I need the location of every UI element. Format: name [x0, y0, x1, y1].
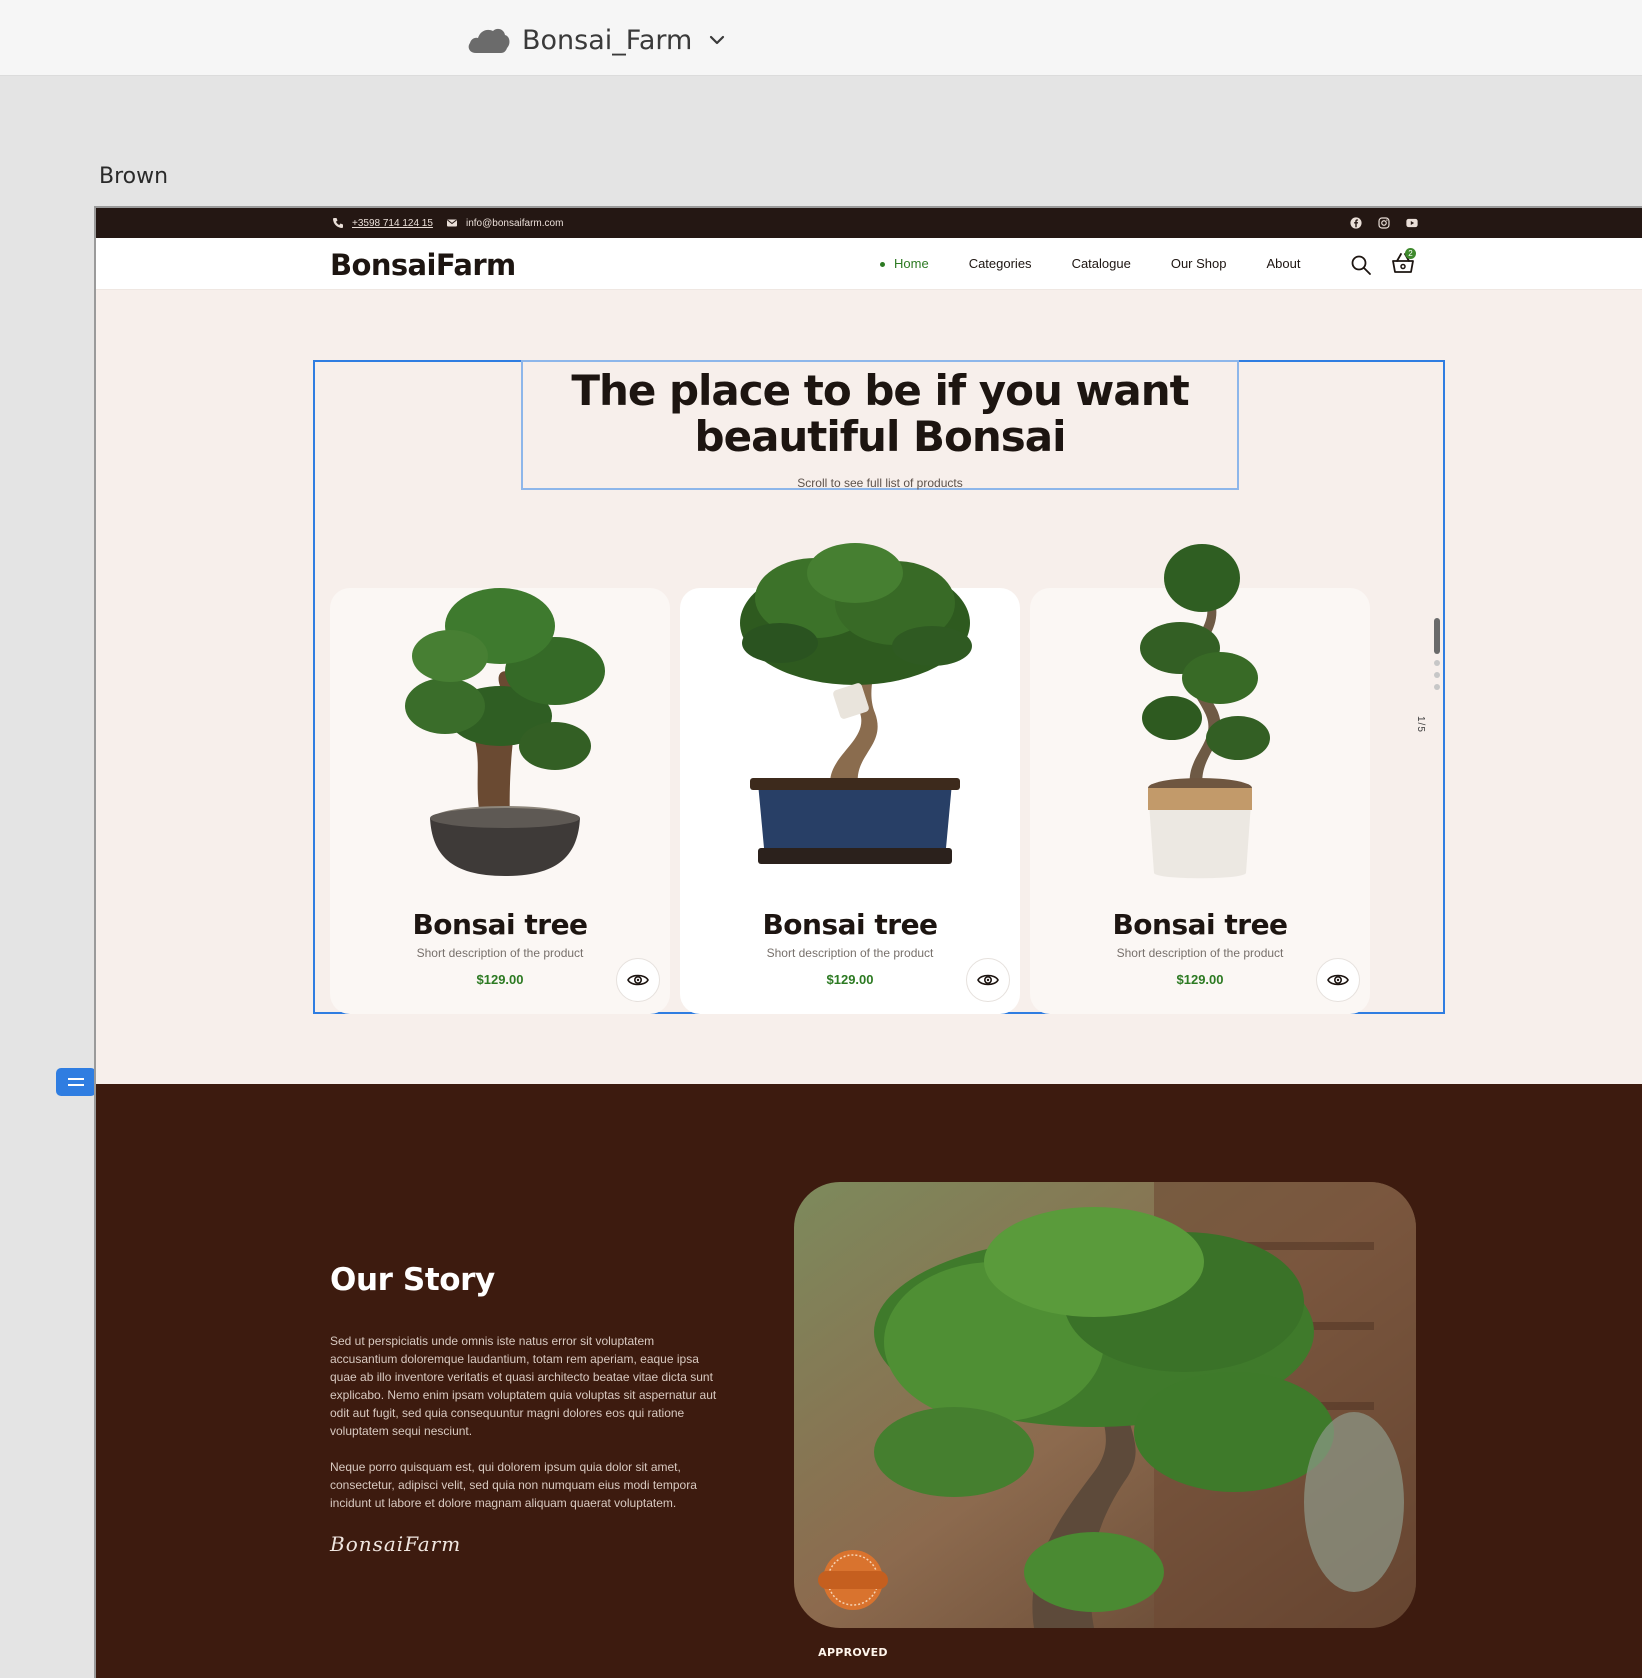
nav-about[interactable]: About — [1267, 256, 1301, 271]
project-name: Bonsai_Farm — [522, 24, 693, 56]
bonsai-ficus-image — [740, 543, 972, 864]
site-logo[interactable]: BonsaiFarm — [330, 248, 516, 282]
quick-view-button[interactable] — [616, 958, 660, 1002]
canvas-frame: +3598 714 124 15 info@bonsaifarm.com Bon… — [94, 206, 1642, 1678]
signature: BonsaiFarm — [330, 1532, 462, 1556]
nav-categories[interactable]: Categories — [969, 256, 1032, 271]
hero-subtitle: Scroll to see full list of products — [797, 476, 963, 490]
section-handle[interactable] — [56, 1068, 96, 1096]
phone-text: +3598 714 124 15 — [352, 217, 433, 229]
story-paragraph: Sed ut perspiciatis unde omnis iste natu… — [330, 1334, 717, 1438]
phone-icon — [333, 218, 343, 228]
product-title: Bonsai tree — [762, 908, 938, 941]
nav-our-shop[interactable]: Our Shop — [1171, 256, 1227, 271]
carousel-pager: 1/5 — [1415, 716, 1426, 733]
main-header: BonsaiFarm Home Categories Catalogue Our… — [96, 238, 1642, 290]
frame-label[interactable]: Brown — [99, 164, 168, 189]
nav-catalogue[interactable]: Catalogue — [1072, 256, 1131, 271]
chevron-down-icon — [710, 35, 725, 45]
approved-badge-text: APPROVED — [818, 1646, 888, 1659]
scroll-dot[interactable] — [1434, 684, 1440, 690]
main-nav: Home Categories Catalogue Our Shop About — [880, 256, 1301, 271]
phone-contact[interactable]: +3598 714 124 15 — [332, 217, 433, 229]
bonsai-s-trunk-image — [1140, 544, 1270, 879]
approved-badge — [818, 1550, 888, 1610]
email-text: info@bonsaifarm.com — [466, 217, 564, 229]
quick-view-button[interactable] — [966, 958, 1010, 1002]
carousel-scrollbar[interactable] — [1434, 618, 1440, 690]
facebook-icon[interactable] — [1348, 215, 1364, 231]
product-title: Bonsai tree — [1112, 908, 1288, 941]
quick-view-button[interactable] — [1316, 958, 1360, 1002]
utility-bar: +3598 714 124 15 info@bonsaifarm.com — [96, 208, 1642, 238]
project-switcher[interactable]: Bonsai_Farm — [466, 20, 726, 60]
eye-icon — [627, 974, 649, 986]
nav-home[interactable]: Home — [880, 256, 929, 271]
hero-title: The place to be if you want beautiful Bo… — [571, 366, 1189, 461]
product-description: Short description of the product — [766, 946, 934, 960]
bonsai-pine-image — [405, 588, 605, 876]
editor-topbar: Bonsai_Farm — [0, 0, 1642, 76]
scrollbar-thumb[interactable] — [1434, 618, 1440, 654]
social-links — [1348, 215, 1420, 231]
product-description: Short description of the product — [416, 946, 584, 960]
eye-icon — [1327, 974, 1349, 986]
mail-icon — [447, 219, 457, 227]
story-title: Our Story — [330, 1262, 495, 1298]
scroll-dot[interactable] — [1434, 672, 1440, 678]
our-story-section: Our Story Sed ut perspiciatis unde omnis… — [96, 1084, 1642, 1678]
cart-count-badge: 2 — [1405, 248, 1416, 259]
email-contact[interactable]: info@bonsaifarm.com — [446, 217, 563, 229]
story-paragraph: Neque porro quisquam est, qui dolorem ip… — [330, 1460, 697, 1510]
product-description: Short description of the product — [1116, 946, 1284, 960]
youtube-icon[interactable] — [1404, 215, 1420, 231]
menu-icon — [68, 1078, 84, 1086]
search-icon[interactable] — [1350, 254, 1372, 276]
eye-icon — [977, 974, 999, 986]
cloud-icon — [468, 28, 510, 53]
product-title: Bonsai tree — [412, 908, 588, 941]
scroll-dot[interactable] — [1434, 660, 1440, 666]
instagram-icon[interactable] — [1376, 215, 1392, 231]
